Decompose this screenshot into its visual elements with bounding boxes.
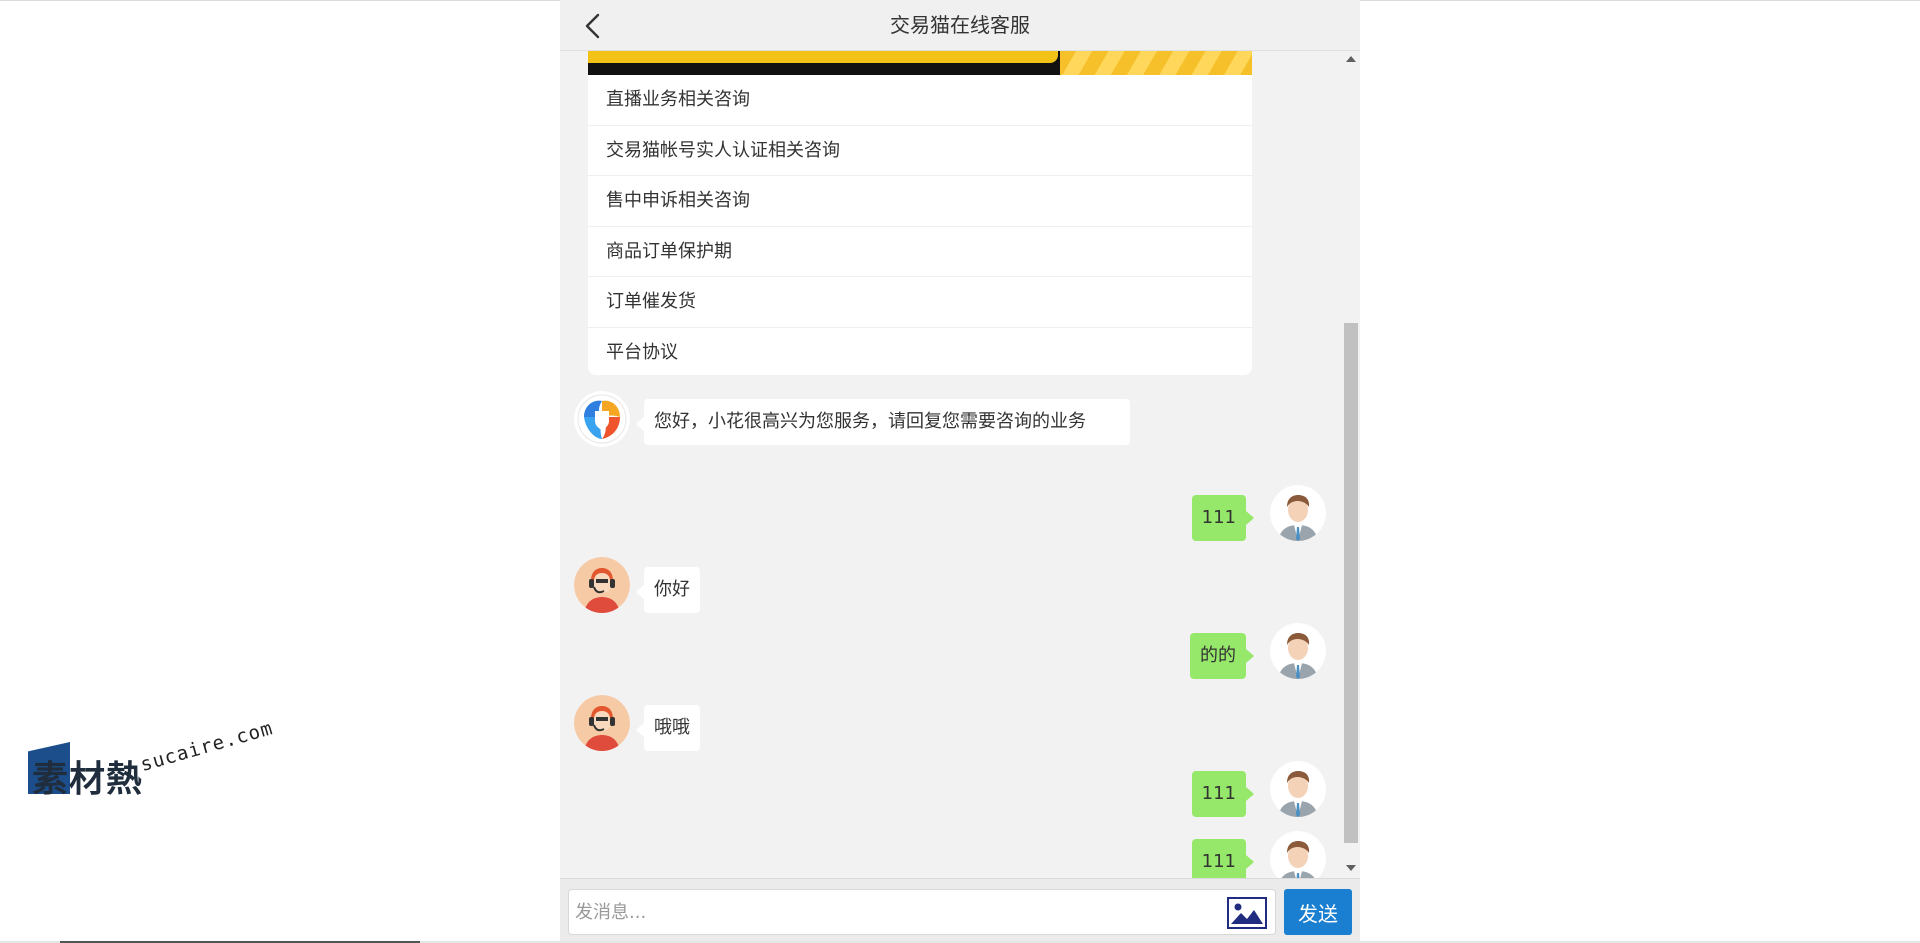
page-title: 交易猫在线客服 — [890, 13, 1030, 37]
faq-item[interactable]: 售中申诉相关咨询 — [588, 176, 1252, 227]
message-row: 您好，小花很高兴为您服务，请回复您需要咨询的业务 — [560, 391, 1340, 471]
watermark-brand: 素材熱 — [32, 759, 144, 800]
message-row: 111 — [560, 831, 1340, 878]
scroll-down-arrow-icon[interactable] — [1346, 865, 1356, 871]
message-row: 的的 — [560, 623, 1340, 679]
header-bar: 交易猫在线客服 — [560, 0, 1360, 51]
message-bubble: 您好，小花很高兴为您服务，请回复您需要咨询的业务 — [636, 399, 1130, 445]
faq-item[interactable]: 交易猫帐号实人认证相关咨询 — [588, 126, 1252, 176]
message-bubble: 哦哦 — [636, 705, 700, 751]
message-bubble: 111 — [1191, 839, 1255, 878]
chat-app: 交易猫在线客服 直播业务相关咨询 交易猫帐号实人认证相关咨询 售中申诉相关咨询 … — [560, 0, 1360, 943]
watermark-logo: 素材熱 sucaire.com — [28, 717, 288, 804]
faq-item[interactable]: 直播业务相关咨询 — [588, 75, 1252, 126]
faq-item[interactable]: 平台协议 — [588, 328, 1252, 376]
watermark-domain: sucaire.com — [137, 717, 276, 776]
faq-list: 直播业务相关咨询 交易猫帐号实人认证相关咨询 售中申诉相关咨询 商品订单保护期 … — [588, 75, 1252, 375]
bot-logo-avatar — [574, 391, 630, 447]
scroll-thumb[interactable] — [1344, 323, 1358, 843]
message-input[interactable] — [568, 889, 1276, 935]
agent-avatar — [574, 557, 630, 613]
message-row: 你好 — [560, 557, 1340, 613]
banner-stripes — [1060, 51, 1252, 75]
chat-scrollbar[interactable] — [1342, 51, 1360, 878]
faq-card: 直播业务相关咨询 交易猫帐号实人认证相关咨询 售中申诉相关咨询 商品订单保护期 … — [588, 51, 1252, 375]
faq-item[interactable]: 商品订单保护期 — [588, 227, 1252, 277]
input-bar: 发送 — [560, 878, 1360, 943]
user-avatar — [1270, 831, 1326, 878]
user-avatar — [1270, 623, 1326, 679]
message-bubble: 你好 — [636, 567, 700, 613]
send-button[interactable]: 发送 — [1284, 889, 1352, 935]
image-icon — [1229, 899, 1265, 927]
agent-avatar — [574, 695, 630, 751]
scroll-up-arrow-icon[interactable] — [1346, 56, 1356, 62]
message-row: 111 — [560, 485, 1340, 541]
message-list[interactable]: 直播业务相关咨询 交易猫帐号实人认证相关咨询 售中申诉相关咨询 商品订单保护期 … — [560, 51, 1340, 878]
message-row: 哦哦 — [560, 695, 1340, 751]
user-avatar — [1270, 761, 1326, 817]
message-row: 111 — [560, 761, 1340, 817]
message-bubble: 111 — [1191, 771, 1255, 817]
faq-item[interactable]: 订单催发货 — [588, 277, 1252, 328]
message-bubble: 111 — [1191, 495, 1255, 541]
user-avatar — [1270, 485, 1326, 541]
faq-banner-image — [588, 51, 1252, 75]
message-bubble: 的的 — [1190, 633, 1254, 679]
image-upload-button[interactable] — [1227, 897, 1267, 929]
banner-yellow-strip — [588, 51, 1058, 63]
